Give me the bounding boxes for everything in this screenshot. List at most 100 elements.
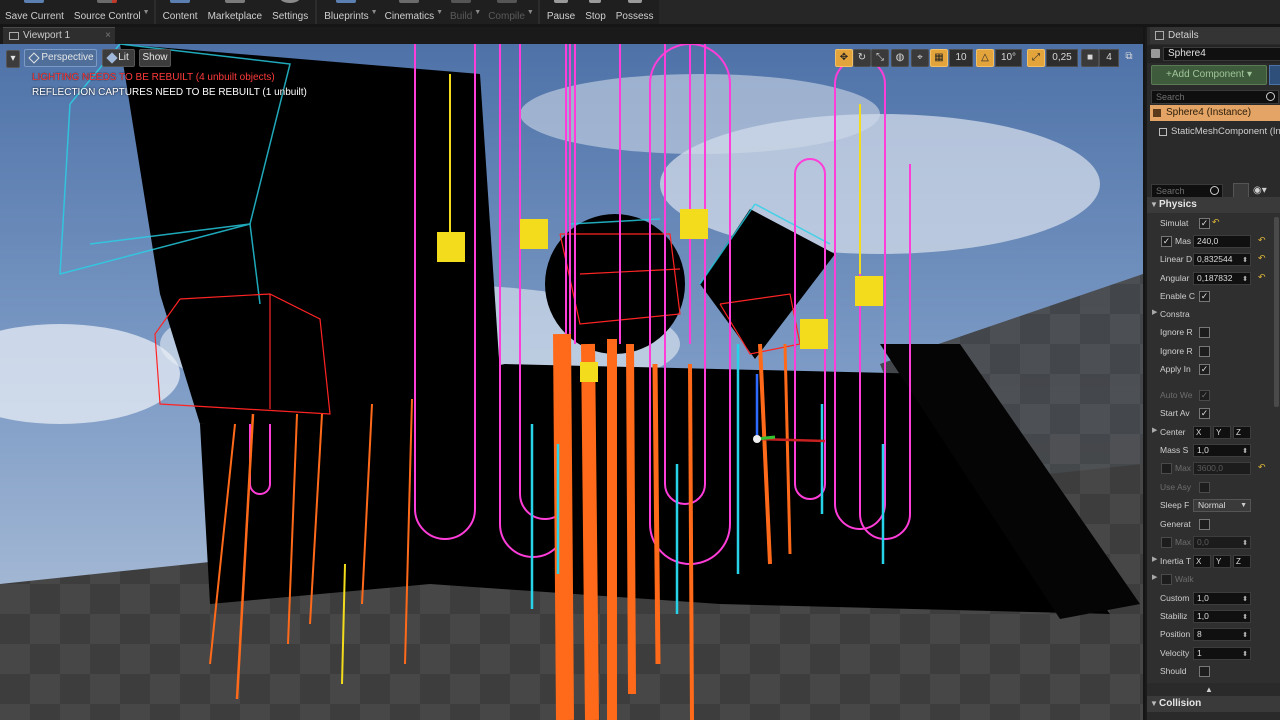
- should-update-checkbox[interactable]: [1199, 666, 1210, 677]
- ignore-radial-impulse-checkbox[interactable]: [1199, 327, 1210, 338]
- center-x-field[interactable]: X: [1193, 426, 1211, 439]
- camera-speed-button[interactable]: ■: [1081, 49, 1099, 67]
- prop-label: Simulat: [1160, 218, 1189, 228]
- inertia-y-field[interactable]: Y: [1213, 555, 1231, 568]
- custom-sleep-field[interactable]: 1,0 ⬍: [1193, 592, 1251, 605]
- max-depenetration-field[interactable]: 0,0 ⬍: [1193, 536, 1251, 549]
- reset-arrow-icon[interactable]: ↶: [1258, 272, 1266, 283]
- component-tree-item-instance[interactable]: Sphere4 (Instance): [1150, 105, 1280, 121]
- mass-override-checkbox[interactable]: ✓: [1161, 236, 1172, 247]
- start-awake-checkbox[interactable]: ✓: [1199, 408, 1210, 419]
- world-local-button[interactable]: ◍: [891, 49, 909, 67]
- details-scrollbar[interactable]: [1274, 217, 1279, 407]
- center-y-field[interactable]: Y: [1213, 426, 1231, 439]
- show-button[interactable]: Show: [139, 49, 171, 67]
- expand-arrow-icon[interactable]: ▶: [1152, 555, 1157, 563]
- stabilization-field[interactable]: 1,0 ⬍: [1193, 610, 1251, 623]
- max-angular-velocity-checkbox[interactable]: [1161, 463, 1172, 474]
- generate-wake-events-checkbox[interactable]: [1199, 519, 1210, 530]
- rotate-mode-button[interactable]: ↻: [853, 49, 871, 67]
- reset-arrow-icon[interactable]: ↶: [1258, 235, 1266, 246]
- expand-arrow-icon[interactable]: ▶: [1152, 308, 1157, 316]
- compile-button[interactable]: Compile: [483, 0, 530, 24]
- scale-icon: ⤡: [876, 52, 884, 63]
- grid-snap-value[interactable]: 10: [949, 49, 973, 67]
- prop-should-update: Should: [1147, 663, 1273, 679]
- reset-arrow-icon[interactable]: ↶: [1258, 462, 1266, 473]
- content-button[interactable]: Content: [158, 0, 203, 24]
- possess-button[interactable]: Possess: [611, 0, 659, 24]
- prop-mass-scale: Mass S 1,0 ⬍: [1147, 442, 1273, 458]
- mass-scale-field[interactable]: 1,0 ⬍: [1193, 444, 1251, 457]
- blueprint-script-button[interactable]: [1269, 65, 1280, 85]
- details-search-input[interactable]: Search: [1151, 184, 1223, 198]
- position-solver-field[interactable]: 8 ⬍: [1193, 628, 1251, 641]
- simulate-physics-checkbox[interactable]: ✓: [1199, 218, 1210, 229]
- expand-arrow-icon[interactable]: ▶: [1152, 426, 1157, 434]
- settings-button[interactable]: Settings: [267, 0, 313, 24]
- viewport-options-dropdown[interactable]: ▾: [6, 50, 20, 68]
- max-depenetration-checkbox[interactable]: [1161, 537, 1172, 548]
- inertia-x-field[interactable]: X: [1193, 555, 1211, 568]
- inertia-z-field[interactable]: Z: [1233, 555, 1251, 568]
- auto-weld-checkbox[interactable]: ✓: [1199, 390, 1210, 401]
- scale-snap-value[interactable]: 0,25: [1046, 49, 1078, 67]
- advanced-expand-icon[interactable]: ▲: [1205, 685, 1213, 694]
- apply-impulse-checkbox[interactable]: ✓: [1199, 364, 1210, 375]
- blueprints-button[interactable]: Blueprints: [319, 0, 373, 24]
- cinematics-button[interactable]: Cinematics: [380, 0, 439, 24]
- view-options-button[interactable]: ◉▾: [1253, 185, 1273, 197]
- max-angular-velocity-field[interactable]: 3600,0: [1193, 462, 1251, 475]
- walkable-slope-checkbox[interactable]: [1161, 574, 1172, 585]
- component-tree-item-mesh[interactable]: StaticMeshComponent (In: [1159, 125, 1280, 139]
- reset-arrow-icon[interactable]: ↶: [1258, 253, 1266, 264]
- angular-damping-field[interactable]: 0,187832 ⬍: [1193, 272, 1251, 285]
- enable-gravity-checkbox[interactable]: ✓: [1199, 291, 1210, 302]
- maximize-viewport-button[interactable]: ⧉: [1122, 49, 1136, 67]
- save-current-button[interactable]: Save Current: [0, 0, 69, 24]
- scale-snap-icon: ⤢: [1032, 52, 1040, 63]
- marketplace-button[interactable]: Marketplace: [203, 0, 267, 24]
- rotation-snap-value[interactable]: 10°: [995, 49, 1022, 67]
- tab-viewport-1[interactable]: Viewport 1 ×: [3, 27, 115, 44]
- chevron-down-icon: ▾: [10, 53, 16, 64]
- component-instance-label: Sphere4 (Instance): [1166, 107, 1252, 118]
- rotation-snap-toggle[interactable]: △: [976, 49, 994, 67]
- scale-snap-toggle[interactable]: ⤢: [1027, 49, 1045, 67]
- mass-field[interactable]: 240,0: [1193, 235, 1251, 248]
- source-control-button[interactable]: Source Control: [69, 0, 146, 24]
- reset-arrow-icon[interactable]: ↶: [1212, 217, 1220, 228]
- linear-damping-field[interactable]: 0,832544 ⬍: [1193, 253, 1251, 266]
- camera-icon: ■: [1086, 52, 1094, 63]
- collision-section-header[interactable]: ▼ Collision: [1147, 696, 1280, 712]
- cinematics-icon: [399, 0, 420, 3]
- ignore-radial-force-checkbox[interactable]: [1199, 346, 1210, 357]
- build-button[interactable]: Build: [445, 0, 477, 24]
- level-viewport[interactable]: ▾ Perspective Lit Show ✥ ↻ ⤡ ◍ ⌖ ▦ 10 △ …: [0, 44, 1143, 720]
- surface-snap-button[interactable]: ⌖: [911, 49, 929, 67]
- camera-speed-value[interactable]: 4: [1099, 49, 1119, 67]
- prop-ignore-radial-impulse: Ignore R: [1147, 324, 1273, 340]
- sleep-family-dropdown[interactable]: Normal ▼: [1193, 499, 1251, 512]
- property-matrix-button[interactable]: [1233, 183, 1249, 198]
- translate-mode-button[interactable]: ✥: [835, 49, 853, 67]
- physics-section-header[interactable]: ▼ Physics: [1147, 197, 1280, 213]
- lit-button[interactable]: Lit: [102, 49, 135, 67]
- object-name-field[interactable]: Sphere4: [1163, 47, 1280, 61]
- tab-details[interactable]: Details: [1150, 27, 1280, 44]
- expand-arrow-icon[interactable]: ▶: [1152, 573, 1157, 581]
- scale-mode-button[interactable]: ⤡: [871, 49, 889, 67]
- use-async-checkbox[interactable]: [1199, 482, 1210, 493]
- prop-constraints[interactable]: ▶ Constra: [1147, 306, 1273, 322]
- component-search-input[interactable]: Search: [1151, 90, 1279, 104]
- grid-snap-toggle[interactable]: ▦: [930, 49, 948, 67]
- close-icon[interactable]: ×: [105, 28, 111, 44]
- custom-sleep-value: 1,0: [1197, 593, 1209, 603]
- center-z-field[interactable]: Z: [1233, 426, 1251, 439]
- add-component-button[interactable]: +Add Component ▾: [1151, 65, 1267, 85]
- pause-button[interactable]: Pause: [542, 0, 580, 24]
- stop-button[interactable]: Stop: [580, 0, 611, 24]
- velocity-solver-field[interactable]: 1 ⬍: [1193, 647, 1251, 660]
- perspective-button[interactable]: Perspective: [24, 49, 97, 67]
- reflection-rebuild-warning: REFLECTION CAPTURES NEED TO BE REBUILT (…: [32, 87, 307, 98]
